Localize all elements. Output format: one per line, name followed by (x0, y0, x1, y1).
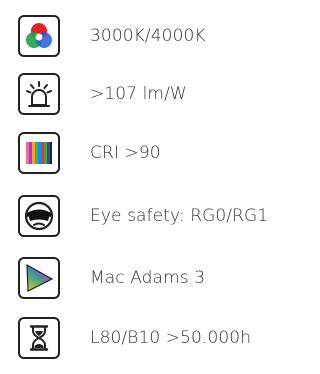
spec-label-lifetime: L80/B10 >50.000h (90, 328, 252, 348)
spec-row-eye-safety: Eye safety: RG0/RG1 (18, 194, 268, 238)
hourglass-icon (18, 317, 60, 359)
spec-list: 3000K/4000K >107 lm/W CRI >90 Eye safety… (0, 0, 283, 374)
spec-row-macadam: Mac Adams 3 (18, 256, 205, 300)
spec-row-lifetime: L80/B10 >50.000h (18, 316, 251, 360)
spec-label-efficacy: >107 lm/W (90, 84, 187, 104)
safety-goggles-face-icon (18, 195, 60, 237)
spec-row-color-temperature: 3000K/4000K (18, 14, 206, 58)
spec-row-cri: CRI >90 (18, 131, 161, 175)
light-bulb-icon (18, 73, 60, 115)
spec-row-efficacy: >107 lm/W (18, 72, 187, 116)
spec-label-cri: CRI >90 (90, 143, 161, 163)
spec-label-color-temperature: 3000K/4000K (90, 26, 206, 46)
color-gamut-triangle-icon (18, 257, 60, 299)
rgb-color-circles-icon (18, 15, 60, 57)
spec-label-eye-safety: Eye safety: RG0/RG1 (90, 206, 269, 226)
spec-label-macadam: Mac Adams 3 (90, 268, 206, 288)
color-bars-icon (18, 132, 60, 174)
